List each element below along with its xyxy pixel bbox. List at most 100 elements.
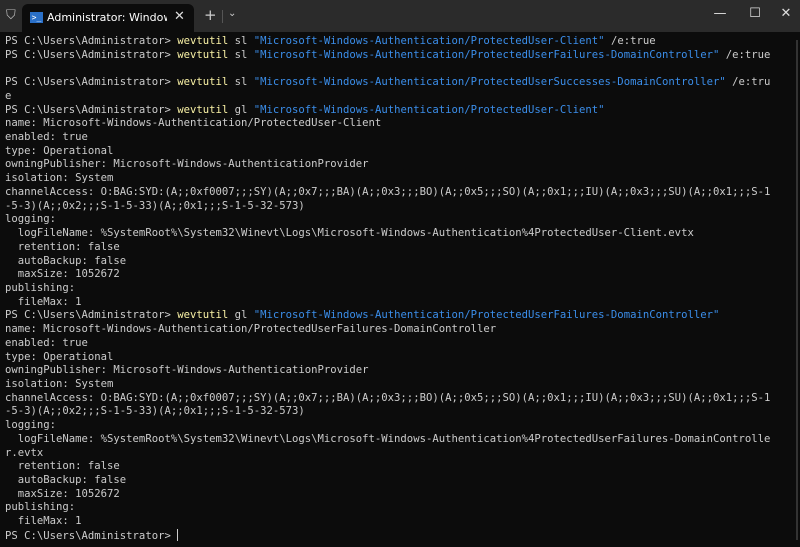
output-text: name: Microsoft-Windows-Authentication/P… xyxy=(5,117,382,130)
output-text: e xyxy=(5,89,12,102)
string-argument: "Microsoft-Windows-Authentication/Protec… xyxy=(253,76,726,89)
terminal-line: type: Operational xyxy=(5,145,770,159)
command-text: wevtutil xyxy=(177,103,229,116)
string-argument: "Microsoft-Windows-Authentication/Protec… xyxy=(253,48,720,61)
output-text: PS C:\Users\Administrator> xyxy=(5,48,178,61)
minimize-button[interactable]: — xyxy=(705,6,735,21)
terminal-line: isolation: System xyxy=(5,378,770,392)
command-text: wevtutil xyxy=(177,309,229,322)
terminal-line: type: Operational xyxy=(5,351,770,365)
terminal-line: -5-3)(A;;0x2;;;S-1-5-33)(A;;0x1;;;S-1-5-… xyxy=(5,200,770,214)
scrollbar[interactable] xyxy=(796,40,798,540)
output-text: PS C:\Users\Administrator> xyxy=(5,35,178,47)
output-text: maxSize: 1052672 xyxy=(5,268,120,281)
terminal-line: owningPublisher: Microsoft-Windows-Authe… xyxy=(5,364,770,378)
terminal-line: fileMax: 1 xyxy=(5,296,770,310)
tab-title: Administrator: Windows PowerShell xyxy=(47,11,167,24)
terminal-line: channelAccess: O:BAG:SYD:(A;;0xf0007;;;S… xyxy=(5,392,770,406)
output-text: PS C:\Users\Administrator> xyxy=(5,76,178,89)
terminal-line: PS C:\Users\Administrator> wevtutil gl "… xyxy=(5,104,770,118)
terminal-line: PS C:\Users\Administrator> xyxy=(5,528,770,544)
powershell-icon: >_ xyxy=(30,12,43,23)
output-text: channelAccess: O:BAG:SYD:(A;;0xf0007;;;S… xyxy=(5,185,771,198)
output-text: name: Microsoft-Windows-Authentication/P… xyxy=(5,323,497,336)
terminal-line: isolation: System xyxy=(5,172,770,186)
terminal-line: retention: false xyxy=(5,241,770,255)
terminal-line: logging: xyxy=(5,419,770,433)
tab-close-icon[interactable]: ✕ xyxy=(174,9,185,24)
terminal-output[interactable]: PS C:\Users\Administrator> wevtutil sl "… xyxy=(5,35,770,544)
output-text: /e:tru xyxy=(725,76,771,89)
output-text: PS C:\Users\Administrator> xyxy=(5,103,178,116)
output-text: -5-3)(A;;0x2;;;S-1-5-33)(A;;0x1;;;S-1-5-… xyxy=(5,199,305,212)
output-text: channelAccess: O:BAG:SYD:(A;;0xf0007;;;S… xyxy=(5,391,771,404)
terminal-line: name: Microsoft-Windows-Authentication/P… xyxy=(5,323,770,337)
output-text: logFileName: %SystemRoot%\System32\Winev… xyxy=(5,432,771,445)
divider xyxy=(222,10,223,23)
output-text: gl xyxy=(228,309,254,322)
tab-powershell[interactable]: >_ Administrator: Windows PowerShell ✕ xyxy=(22,4,194,32)
terminal-line: name: Microsoft-Windows-Authentication/P… xyxy=(5,117,770,131)
terminal-line: -5-3)(A;;0x2;;;S-1-5-33)(A;;0x1;;;S-1-5-… xyxy=(5,405,770,419)
output-text: retention: false xyxy=(5,240,120,253)
terminal-line: fileMax: 1 xyxy=(5,515,770,529)
string-argument: "Microsoft-Windows-Authentication/Protec… xyxy=(253,103,605,116)
output-text: sl xyxy=(228,48,254,61)
terminal-line: autoBackup: false xyxy=(5,474,770,488)
command-text: wevtutil xyxy=(177,48,229,61)
output-text: publishing: xyxy=(5,281,76,294)
output-text: maxSize: 1052672 xyxy=(5,487,120,500)
string-argument: "Microsoft-Windows-Authentication/Protec… xyxy=(253,35,605,47)
terminal-line: retention: false xyxy=(5,460,770,474)
output-text: fileMax: 1 xyxy=(5,295,82,308)
terminal-line: PS C:\Users\Administrator> wevtutil sl "… xyxy=(5,35,770,49)
terminal-line: logging: xyxy=(5,213,770,227)
terminal-line: maxSize: 1052672 xyxy=(5,268,770,282)
shield-icon: ⛉ xyxy=(6,8,16,23)
output-text: -5-3)(A;;0x2;;;S-1-5-33)(A;;0x1;;;S-1-5-… xyxy=(5,405,305,418)
output-text: enabled: true xyxy=(5,131,88,144)
command-text: wevtutil xyxy=(177,35,229,47)
output-text: sl xyxy=(228,35,254,47)
output-text: sl xyxy=(228,76,254,89)
text-cursor xyxy=(177,528,179,541)
output-text: /e:true xyxy=(719,48,771,61)
terminal-line: publishing: xyxy=(5,282,770,296)
output-text: type: Operational xyxy=(5,350,114,363)
new-tab-button[interactable]: + xyxy=(204,6,217,24)
terminal-line: logFileName: %SystemRoot%\System32\Winev… xyxy=(5,432,771,447)
terminal-line: enabled: true xyxy=(5,131,770,145)
output-text: autoBackup: false xyxy=(5,254,127,267)
terminal-line: publishing: xyxy=(5,501,770,515)
terminal-line: PS C:\Users\Administrator> wevtutil sl "… xyxy=(5,76,770,90)
output-text: /e:true xyxy=(604,35,656,47)
output-text: gl xyxy=(228,103,254,116)
chevron-down-icon[interactable]: ⌄ xyxy=(228,8,236,19)
output-text: isolation: System xyxy=(5,377,114,390)
terminal-line: channelAccess: O:BAG:SYD:(A;;0xf0007;;;S… xyxy=(5,186,770,200)
command-text: wevtutil xyxy=(177,76,229,89)
title-bar: ⛉ >_ Administrator: Windows PowerShell ✕… xyxy=(0,0,800,32)
output-text: autoBackup: false xyxy=(5,474,127,486)
output-text: type: Operational xyxy=(5,144,114,157)
output-text: owningPublisher: Microsoft-Windows-Authe… xyxy=(5,158,369,171)
output-text: logging: xyxy=(5,419,57,432)
output-text: PS C:\Users\Administrator> xyxy=(5,529,178,542)
string-argument: "Microsoft-Windows-Authentication/Protec… xyxy=(253,309,720,322)
maximize-button[interactable]: ☐ xyxy=(740,6,770,21)
output-text: isolation: System xyxy=(5,172,114,185)
terminal-line: autoBackup: false xyxy=(5,255,770,269)
terminal-line: PS C:\Users\Administrator> wevtutil gl "… xyxy=(5,309,770,323)
terminal-line: logFileName: %SystemRoot%\System32\Winev… xyxy=(5,227,770,241)
output-text: retention: false xyxy=(5,460,120,473)
terminal-line: maxSize: 1052672 xyxy=(5,488,770,502)
output-text: fileMax: 1 xyxy=(5,515,82,528)
output-text: owningPublisher: Microsoft-Windows-Authe… xyxy=(5,364,369,377)
output-text: publishing: xyxy=(5,501,76,514)
terminal-line: owningPublisher: Microsoft-Windows-Authe… xyxy=(5,158,770,172)
output-text: r.evtx xyxy=(5,446,44,459)
close-button[interactable]: ✕ xyxy=(771,6,800,21)
terminal-line: enabled: true xyxy=(5,337,770,351)
output-text: enabled: true xyxy=(5,336,88,349)
